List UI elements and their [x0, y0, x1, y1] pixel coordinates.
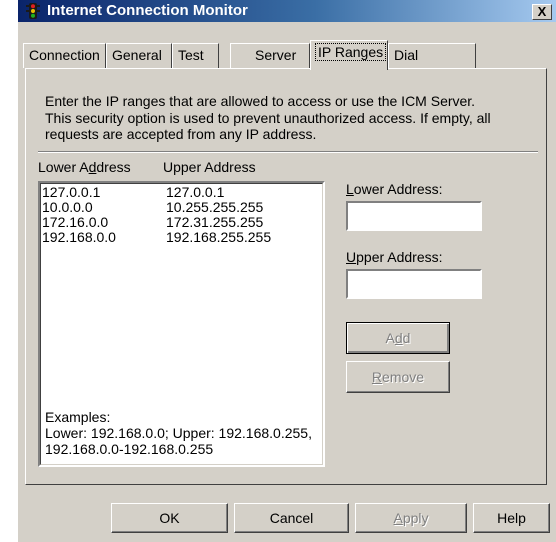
- tab-test[interactable]: Test: [172, 43, 219, 68]
- add-button[interactable]: Add: [346, 322, 450, 354]
- title-bar[interactable]: Internet Connection Monitor X: [18, 0, 556, 22]
- column-header-lower: Lower Address: [38, 159, 131, 175]
- window-title: Internet Connection Monitor: [47, 2, 248, 19]
- ip-ranges-panel: Enter the IP ranges that are allowed to …: [25, 68, 547, 485]
- close-button[interactable]: X: [532, 4, 552, 20]
- column-header-upper: Upper Address: [163, 159, 256, 175]
- apply-button[interactable]: Apply: [355, 503, 467, 533]
- help-button[interactable]: Help: [473, 503, 550, 533]
- tab-connection[interactable]: Connection: [23, 43, 106, 68]
- upper-address-label: Upper Address:: [346, 249, 443, 265]
- dialog-window: Internet Connection Monitor X Connection…: [17, 0, 556, 542]
- examples-text: Examples: Lower: 192.168.0.0; Upper: 192…: [45, 409, 312, 457]
- tab-server[interactable]: Server: [230, 43, 310, 68]
- traffic-light-icon: [26, 3, 40, 19]
- tab-ip-ranges[interactable]: IP Ranges: [310, 40, 388, 70]
- ok-button[interactable]: OK: [111, 503, 228, 533]
- tab-dial[interactable]: Dial: [388, 43, 476, 68]
- separator: [38, 151, 538, 153]
- intro-text: Enter the IP ranges that are allowed to …: [45, 93, 491, 142]
- close-icon: X: [537, 4, 547, 19]
- remove-button[interactable]: Remove: [346, 361, 450, 393]
- lower-address-input[interactable]: [346, 201, 482, 231]
- tab-general[interactable]: General: [106, 43, 172, 68]
- upper-address-input[interactable]: [346, 269, 482, 299]
- cancel-button[interactable]: Cancel: [234, 503, 349, 533]
- lower-address-label: Lower Address:: [346, 181, 443, 197]
